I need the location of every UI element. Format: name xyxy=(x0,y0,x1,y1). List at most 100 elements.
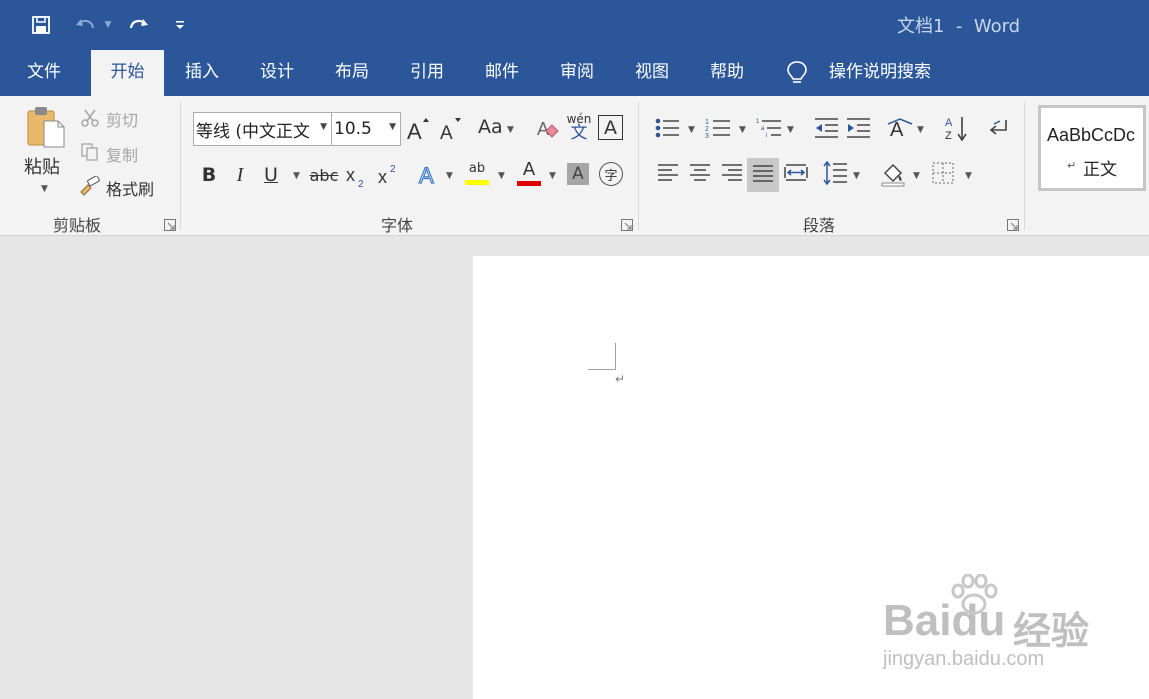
font-size-combo[interactable]: 10.5 ▼ xyxy=(331,112,401,146)
format-painter-button[interactable]: 格式刷 xyxy=(106,176,154,200)
grow-font-icon[interactable]: A xyxy=(404,114,432,144)
highlight-color-bar xyxy=(465,179,489,185)
character-shading-icon[interactable]: A xyxy=(567,163,589,185)
save-icon[interactable] xyxy=(28,12,54,38)
font-name-value: 等线 (中文正文 xyxy=(196,121,311,142)
align-left-icon[interactable] xyxy=(654,160,682,188)
numbering-dropdown-icon[interactable]: ▼ xyxy=(739,125,746,135)
italic-icon[interactable]: I xyxy=(229,162,251,188)
bold-icon[interactable]: B xyxy=(198,162,220,188)
redo-icon[interactable] xyxy=(124,12,152,38)
increase-indent-icon[interactable] xyxy=(844,114,872,142)
svg-text:2: 2 xyxy=(705,126,709,133)
font-color-dropdown-icon[interactable]: ▼ xyxy=(549,171,556,181)
tab-mailings[interactable]: 邮件 xyxy=(468,50,536,96)
font-color-bar xyxy=(517,180,541,186)
tab-file[interactable]: 文件 xyxy=(10,50,78,96)
customize-qat-icon[interactable] xyxy=(172,12,188,38)
text-direction-icon[interactable]: A xyxy=(886,114,914,142)
tab-review[interactable]: 审阅 xyxy=(543,50,611,96)
highlight-dropdown-icon[interactable]: ▼ xyxy=(498,171,505,181)
svg-text:x: x xyxy=(346,165,355,185)
group-separator xyxy=(1024,102,1025,230)
svg-text:x: x xyxy=(378,167,387,187)
line-spacing-dropdown-icon[interactable]: ▼ xyxy=(853,171,860,181)
document-page[interactable]: ↵ Baidu 经验 jingyan.baidu.com xyxy=(473,256,1149,699)
underline-dropdown-icon[interactable]: ▼ xyxy=(293,171,300,181)
align-right-icon[interactable] xyxy=(718,160,746,188)
text-direction-dropdown-icon[interactable]: ▼ xyxy=(917,125,924,135)
style-normal-tile[interactable]: AaBbCcDc ↵ 正文 xyxy=(1038,105,1146,191)
phonetic-guide-button[interactable]: wén 文 xyxy=(564,110,594,144)
font-name-combo[interactable]: 等线 (中文正文 ▼ xyxy=(193,112,332,146)
font-color-button[interactable]: A xyxy=(514,158,544,188)
numbering-icon[interactable]: 123 xyxy=(704,114,732,142)
phonetic-char: 文 xyxy=(570,122,588,143)
strikethrough-button[interactable]: abc xyxy=(309,163,339,187)
justify-icon[interactable] xyxy=(747,158,779,192)
font-size-value: 10.5 xyxy=(334,119,372,139)
change-case-dropdown-icon[interactable]: ▼ xyxy=(507,125,514,135)
style-paragraph-mark-icon: ↵ xyxy=(1067,159,1077,172)
tell-me-search[interactable]: 操作说明搜索 xyxy=(818,50,942,96)
format-painter-icon xyxy=(78,175,102,197)
highlight-color-button[interactable]: ab xyxy=(462,158,492,188)
show-paragraph-marks-icon[interactable] xyxy=(985,114,1011,142)
superscript-icon[interactable]: x2 xyxy=(376,160,402,188)
multilevel-list-icon[interactable]: 1ai xyxy=(755,114,783,142)
svg-text:2: 2 xyxy=(358,179,364,189)
svg-text:A: A xyxy=(407,119,422,142)
tab-help[interactable]: 帮助 xyxy=(693,50,761,96)
enclose-characters-button[interactable]: 字 xyxy=(599,162,623,186)
svg-text:1: 1 xyxy=(756,119,760,125)
svg-text:A: A xyxy=(537,119,549,139)
undo-dropdown-icon[interactable]: ▼ xyxy=(102,12,114,38)
line-spacing-icon[interactable] xyxy=(821,159,849,187)
subscript-icon[interactable]: x2 xyxy=(344,162,370,190)
multilevel-dropdown-icon[interactable]: ▼ xyxy=(787,125,794,135)
svg-text:2: 2 xyxy=(390,164,396,175)
paste-dropdown-icon[interactable]: ▼ xyxy=(41,184,48,194)
tab-layout[interactable]: 布局 xyxy=(318,50,386,96)
group-label-font: 字体 xyxy=(380,216,413,235)
sort-icon[interactable]: AZ xyxy=(943,113,969,143)
font-launcher-icon[interactable] xyxy=(621,216,633,231)
style-name: 正文 xyxy=(1083,160,1117,180)
align-center-icon[interactable] xyxy=(686,160,714,188)
text-effects-dropdown-icon[interactable]: ▼ xyxy=(446,171,453,181)
paragraph-launcher-icon[interactable] xyxy=(1007,216,1019,231)
tab-design[interactable]: 设计 xyxy=(243,50,311,96)
font-size-dropdown-icon[interactable]: ▼ xyxy=(389,122,396,132)
font-name-dropdown-icon[interactable]: ▼ xyxy=(320,122,327,132)
tab-references[interactable]: 引用 xyxy=(393,50,461,96)
bullets-dropdown-icon[interactable]: ▼ xyxy=(688,125,695,135)
bullets-icon[interactable] xyxy=(653,114,681,142)
text-effects-icon[interactable]: A xyxy=(416,160,442,188)
shading-icon[interactable] xyxy=(878,158,908,188)
borders-icon[interactable] xyxy=(930,160,956,186)
tab-home[interactable]: 开始 xyxy=(91,50,164,96)
svg-text:1: 1 xyxy=(705,119,709,126)
tab-insert[interactable]: 插入 xyxy=(168,50,236,96)
borders-dropdown-icon[interactable]: ▼ xyxy=(965,171,972,181)
copy-button[interactable]: 复制 xyxy=(106,142,138,166)
shrink-font-icon[interactable]: A xyxy=(436,114,464,144)
clear-formatting-icon[interactable]: A xyxy=(535,114,561,142)
style-preview-text: AaBbCcDc xyxy=(1047,125,1136,145)
shading-dropdown-icon[interactable]: ▼ xyxy=(913,171,920,181)
group-label-clipboard: 剪贴板 xyxy=(52,216,101,235)
decrease-indent-icon[interactable] xyxy=(812,114,840,142)
cut-button[interactable]: 剪切 xyxy=(106,107,138,131)
paste-icon[interactable] xyxy=(22,104,70,152)
group-label-paragraph: 段落 xyxy=(802,216,835,235)
underline-icon[interactable]: U xyxy=(260,162,282,188)
distributed-icon[interactable] xyxy=(782,160,810,188)
undo-icon[interactable] xyxy=(72,12,100,38)
change-case-button[interactable]: Aa xyxy=(478,116,503,138)
svg-text:A: A xyxy=(440,123,453,142)
paste-button[interactable]: 粘贴 xyxy=(24,153,60,179)
svg-text:i: i xyxy=(766,133,767,139)
character-border-button[interactable]: A xyxy=(598,115,623,140)
tab-view[interactable]: 视图 xyxy=(618,50,686,96)
clipboard-launcher-icon[interactable] xyxy=(164,216,176,231)
